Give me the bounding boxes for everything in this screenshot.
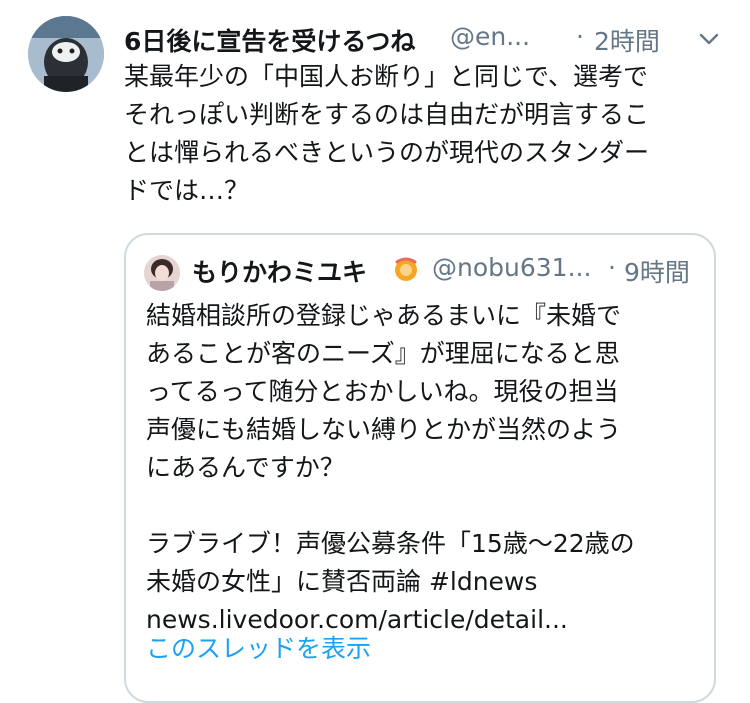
quoted-tweet[interactable]: もりかわミユキ @nobu631... · 9時間 結婚相談所の登録じゃあるまい… <box>124 233 716 703</box>
tweet-text-line: 某最年少の「中国人お断り」と同じで、選考で <box>124 62 649 91</box>
tweet-header: 6日後に宣告を受けるつね @en... · 2時間 <box>124 20 724 60</box>
avatar[interactable] <box>28 16 104 92</box>
user-handle[interactable]: @en... <box>450 22 530 51</box>
quoted-text-line: 結婚相談所の登録じゃあるまいに『未婚で <box>146 301 622 330</box>
emoji-icon <box>395 257 417 281</box>
tweet-text-line: それっぽい判断をするのは自由だが明言するこ <box>124 100 650 129</box>
quoted-text-line: ってるって随分とおかしいね。現役の担当 <box>146 377 619 406</box>
tweet-text: 某最年少の「中国人お断り」と同じで、選考で それっぽい判断をするのは自由だが明言… <box>124 58 724 210</box>
quoted-display-name[interactable]: もりかわミユキ <box>192 253 367 289</box>
quoted-text: 結婚相談所の登録じゃあるまいに『未婚で あることが客のニーズ』が理屈になると思 … <box>146 297 706 639</box>
quoted-text-line: にあるんですか？ <box>146 453 345 482</box>
tweet-text-line: とは憚られるべきというのが現代のスタンダー <box>124 138 650 167</box>
display-name[interactable]: 6日後に宣告を受けるつね <box>124 22 415 58</box>
quoted-avatar-image <box>144 255 180 291</box>
quoted-user-handle[interactable]: @nobu631... <box>432 253 591 282</box>
avatar-image <box>28 16 104 92</box>
timestamp[interactable]: 2時間 <box>594 22 660 58</box>
link-title-line: ラブライブ！声優公募条件「15歳〜22歳の <box>146 529 635 558</box>
quoted-text-line: あることが客のニーズ』が理屈になると思 <box>146 339 620 368</box>
separator-dot: · <box>608 253 616 282</box>
quoted-avatar[interactable] <box>144 255 180 291</box>
chevron-down-icon[interactable] <box>698 28 720 50</box>
quoted-text-line: 声優にも結婚しない縛りとかが当然のよう <box>146 415 622 444</box>
separator-dot: · <box>576 22 584 51</box>
quoted-timestamp[interactable]: 9時間 <box>624 253 690 289</box>
tweet-text-line: ドでは…？ <box>124 176 250 205</box>
show-thread-link[interactable]: このスレッドを表示 <box>146 629 371 665</box>
link-title-line[interactable]: 未婚の女性」に賛否両論 #ldnews <box>146 563 706 601</box>
quoted-header: もりかわミユキ @nobu631... · 9時間 <box>192 249 702 289</box>
